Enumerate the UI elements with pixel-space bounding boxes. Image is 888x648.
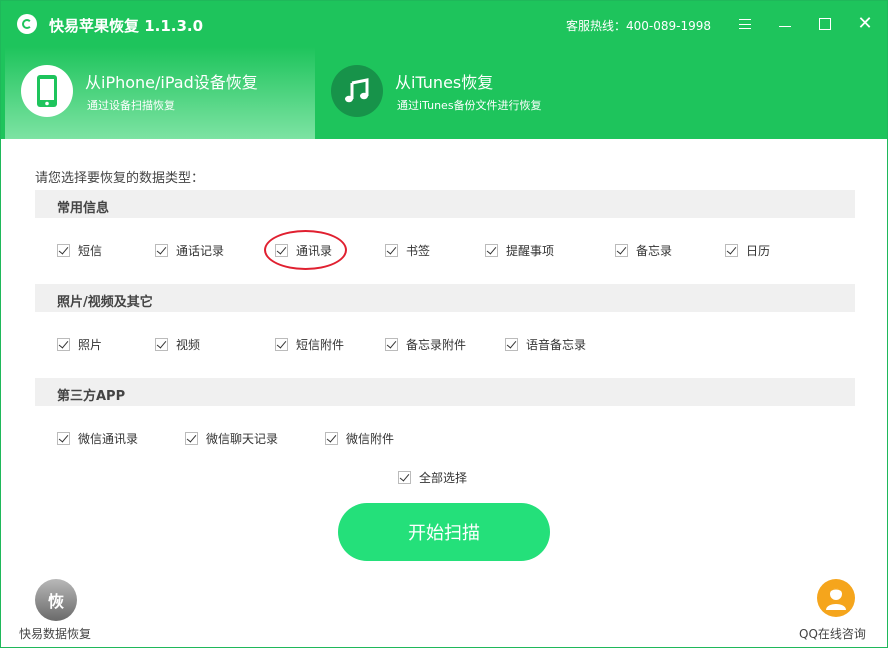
data-recovery-logo-icon: 恢	[35, 579, 77, 621]
checkbox-label: 通讯录	[296, 243, 333, 258]
checkbox-label: 通话记录	[176, 243, 225, 258]
support-agent-icon	[817, 579, 855, 617]
checkbox-label: 微信附件	[346, 431, 395, 446]
minimize-button[interactable]	[776, 15, 794, 33]
checkbox-checked-icon[interactable]	[385, 337, 398, 351]
tab-itunes-subtitle: 通过iTunes备份文件进行恢复	[397, 99, 542, 112]
section-header-common: 常用信息	[35, 190, 855, 218]
recover-logo-icon	[17, 14, 37, 34]
checkbox-videos[interactable]: 视频	[155, 336, 200, 352]
checkbox-label: 书签	[406, 243, 431, 258]
tab-device-subtitle: 通过设备扫描恢复	[87, 99, 175, 112]
checkbox-label: 视频	[176, 337, 201, 352]
checkbox-checked-icon[interactable]	[57, 431, 70, 445]
minimize-icon	[779, 25, 791, 27]
checkbox-checked-icon[interactable]	[155, 243, 168, 257]
checkbox-checked-icon[interactable]	[725, 243, 738, 257]
checkbox-checked-icon[interactable]	[275, 337, 288, 351]
checkbox-wechat-chats[interactable]: 微信聊天记录	[185, 430, 278, 446]
checkbox-bookmarks[interactable]: 书签	[385, 242, 430, 258]
checkbox-label: 微信通讯录	[78, 431, 139, 446]
section-title: 照片/视频及其它	[57, 295, 153, 310]
checkbox-label: 提醒事项	[506, 243, 555, 258]
close-icon: ✕	[857, 13, 873, 34]
checkbox-sms-attachments[interactable]: 短信附件	[275, 336, 344, 352]
brand-link[interactable]: 恢 快易数据恢复	[19, 579, 99, 641]
menu-icon	[739, 19, 751, 29]
qq-consult-label: QQ在线咨询	[799, 627, 866, 641]
checkbox-label: 照片	[78, 337, 103, 352]
checkbox-select-all[interactable]: 全部选择	[398, 469, 467, 485]
checkbox-label: 备忘录	[636, 243, 673, 258]
title-bar: 快易苹果恢复 1.1.3.0 客服热线：400-089-1998 ✕	[1, 1, 887, 47]
checkbox-wechat-attachments[interactable]: 微信附件	[325, 430, 394, 446]
brand-label: 快易数据恢复	[19, 627, 92, 641]
checkbox-call-log[interactable]: 通话记录	[155, 242, 224, 258]
section-title: 第三方APP	[57, 389, 126, 404]
checkbox-checked-icon[interactable]	[275, 243, 288, 257]
start-scan-button[interactable]: 开始扫描	[338, 503, 550, 561]
checkbox-checked-icon[interactable]	[155, 337, 168, 351]
checkbox-label: 语音备忘录	[526, 337, 587, 352]
checkbox-checked-icon[interactable]	[57, 337, 70, 351]
checkbox-label: 短信附件	[296, 337, 345, 352]
phone-icon	[21, 65, 73, 117]
tab-device-title: 从iPhone/iPad设备恢复	[85, 73, 258, 92]
close-button[interactable]: ✕	[856, 15, 874, 33]
checkbox-checked-icon[interactable]	[505, 337, 518, 351]
checkbox-label: 短信	[78, 243, 103, 258]
checkbox-label: 日历	[746, 243, 771, 258]
checkbox-reminders[interactable]: 提醒事项	[485, 242, 554, 258]
checkbox-wechat-contacts[interactable]: 微信通讯录	[57, 430, 138, 446]
qq-consult-link[interactable]: QQ在线咨询	[797, 579, 879, 641]
recovery-mode-tabs: 从iPhone/iPad设备恢复 通过设备扫描恢复 从iTunes恢复 通过iT…	[1, 47, 887, 139]
checkbox-calendar[interactable]: 日历	[725, 242, 770, 258]
checkbox-checked-icon[interactable]	[485, 243, 498, 257]
section-title: 常用信息	[57, 201, 110, 216]
checkbox-contacts[interactable]: 通讯录	[275, 242, 332, 258]
section-header-media: 照片/视频及其它	[35, 284, 855, 312]
maximize-icon	[819, 18, 831, 30]
checkbox-checked-icon[interactable]	[615, 243, 628, 257]
checkbox-checked-icon[interactable]	[185, 431, 198, 445]
checkbox-label: 备忘录附件	[406, 337, 467, 352]
checkbox-checked-icon[interactable]	[398, 470, 411, 484]
data-type-prompt: 请您选择要恢复的数据类型：	[35, 171, 205, 186]
checkbox-checked-icon[interactable]	[385, 243, 398, 257]
menu-button[interactable]	[736, 15, 754, 33]
tab-itunes-recovery[interactable]: 从iTunes恢复 通过iTunes备份文件进行恢复	[315, 47, 887, 139]
hotline-text: 客服热线：400-089-1998	[566, 19, 712, 33]
app-title: 快易苹果恢复 1.1.3.0	[49, 17, 204, 35]
tab-itunes-title: 从iTunes恢复	[395, 73, 494, 92]
checkbox-checked-icon[interactable]	[57, 243, 70, 257]
checkbox-label: 微信聊天记录	[206, 431, 279, 446]
checkbox-label: 全部选择	[419, 470, 468, 485]
checkbox-notes[interactable]: 备忘录	[615, 242, 672, 258]
tab-device-recovery[interactable]: 从iPhone/iPad设备恢复 通过设备扫描恢复	[5, 47, 315, 139]
music-note-icon	[331, 65, 383, 117]
app-window: 快易苹果恢复 1.1.3.0 客服热线：400-089-1998 ✕ 从iPho…	[0, 0, 888, 648]
checkbox-photos[interactable]: 照片	[57, 336, 102, 352]
maximize-button[interactable]	[816, 15, 834, 33]
checkbox-note-attachments[interactable]: 备忘录附件	[385, 336, 466, 352]
checkbox-checked-icon[interactable]	[325, 431, 338, 445]
checkbox-sms[interactable]: 短信	[57, 242, 102, 258]
checkbox-voice-memos[interactable]: 语音备忘录	[505, 336, 586, 352]
section-header-third-party: 第三方APP	[35, 378, 855, 406]
